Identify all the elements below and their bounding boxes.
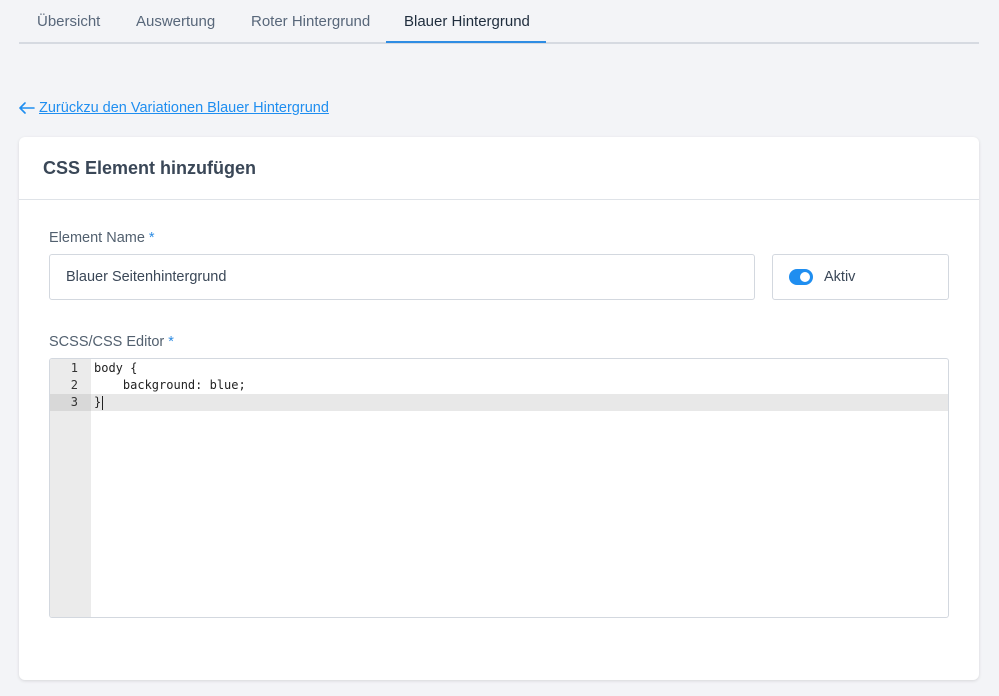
element-name-label-text: Element Name — [49, 230, 145, 246]
editor-line[interactable]: 2 background: blue; — [50, 377, 948, 394]
line-number: 2 — [70, 378, 78, 392]
required-marker: * — [148, 230, 155, 246]
required-marker: * — [168, 334, 174, 350]
toggle-knob — [800, 272, 810, 282]
tab-overview[interactable]: Übersicht — [37, 0, 100, 42]
form-card: CSS Element hinzufügen Element Name* Akt… — [19, 137, 979, 680]
card-title: CSS Element hinzufügen — [19, 137, 979, 200]
line-number: 3 — [50, 394, 91, 411]
element-name-label: Element Name * — [49, 230, 155, 246]
text-cursor — [102, 395, 104, 410]
editor-label-text: SCSS/CSS Editor — [49, 334, 165, 350]
active-toggle-switch[interactable] — [789, 269, 813, 285]
back-link-label: Zurückzu den Variationen Blauer Hintergr… — [39, 100, 329, 116]
editor-label: SCSS/CSS Editor * — [49, 334, 174, 350]
code-line: } — [94, 394, 104, 411]
code-editor[interactable]: 1 body { 2 background: blue; 3 } — [49, 358, 949, 618]
editor-line[interactable]: 1 body { — [50, 360, 948, 377]
arrow-left-icon — [19, 102, 35, 114]
element-name-input[interactable] — [49, 254, 755, 300]
code-line: background: blue; — [94, 378, 246, 392]
code-text: } — [94, 395, 102, 409]
code-line: body { — [94, 361, 138, 375]
line-number: 1 — [70, 361, 78, 375]
active-toggle-label: Aktiv — [824, 269, 856, 285]
active-tab-indicator — [386, 41, 546, 43]
tab-red-background[interactable]: Roter Hintergrund — [251, 0, 370, 42]
back-link[interactable]: Zurückzu den Variationen Blauer Hintergr… — [19, 98, 329, 118]
tab-evaluation[interactable]: Auswertung — [136, 0, 215, 42]
tab-bar: Übersicht Auswertung Roter Hintergrund B… — [19, 0, 979, 44]
editor-line-active[interactable]: 3 } — [50, 394, 948, 411]
active-toggle-box: Aktiv — [772, 254, 949, 300]
tab-blue-background[interactable]: Blauer Hintergrund — [404, 0, 530, 42]
